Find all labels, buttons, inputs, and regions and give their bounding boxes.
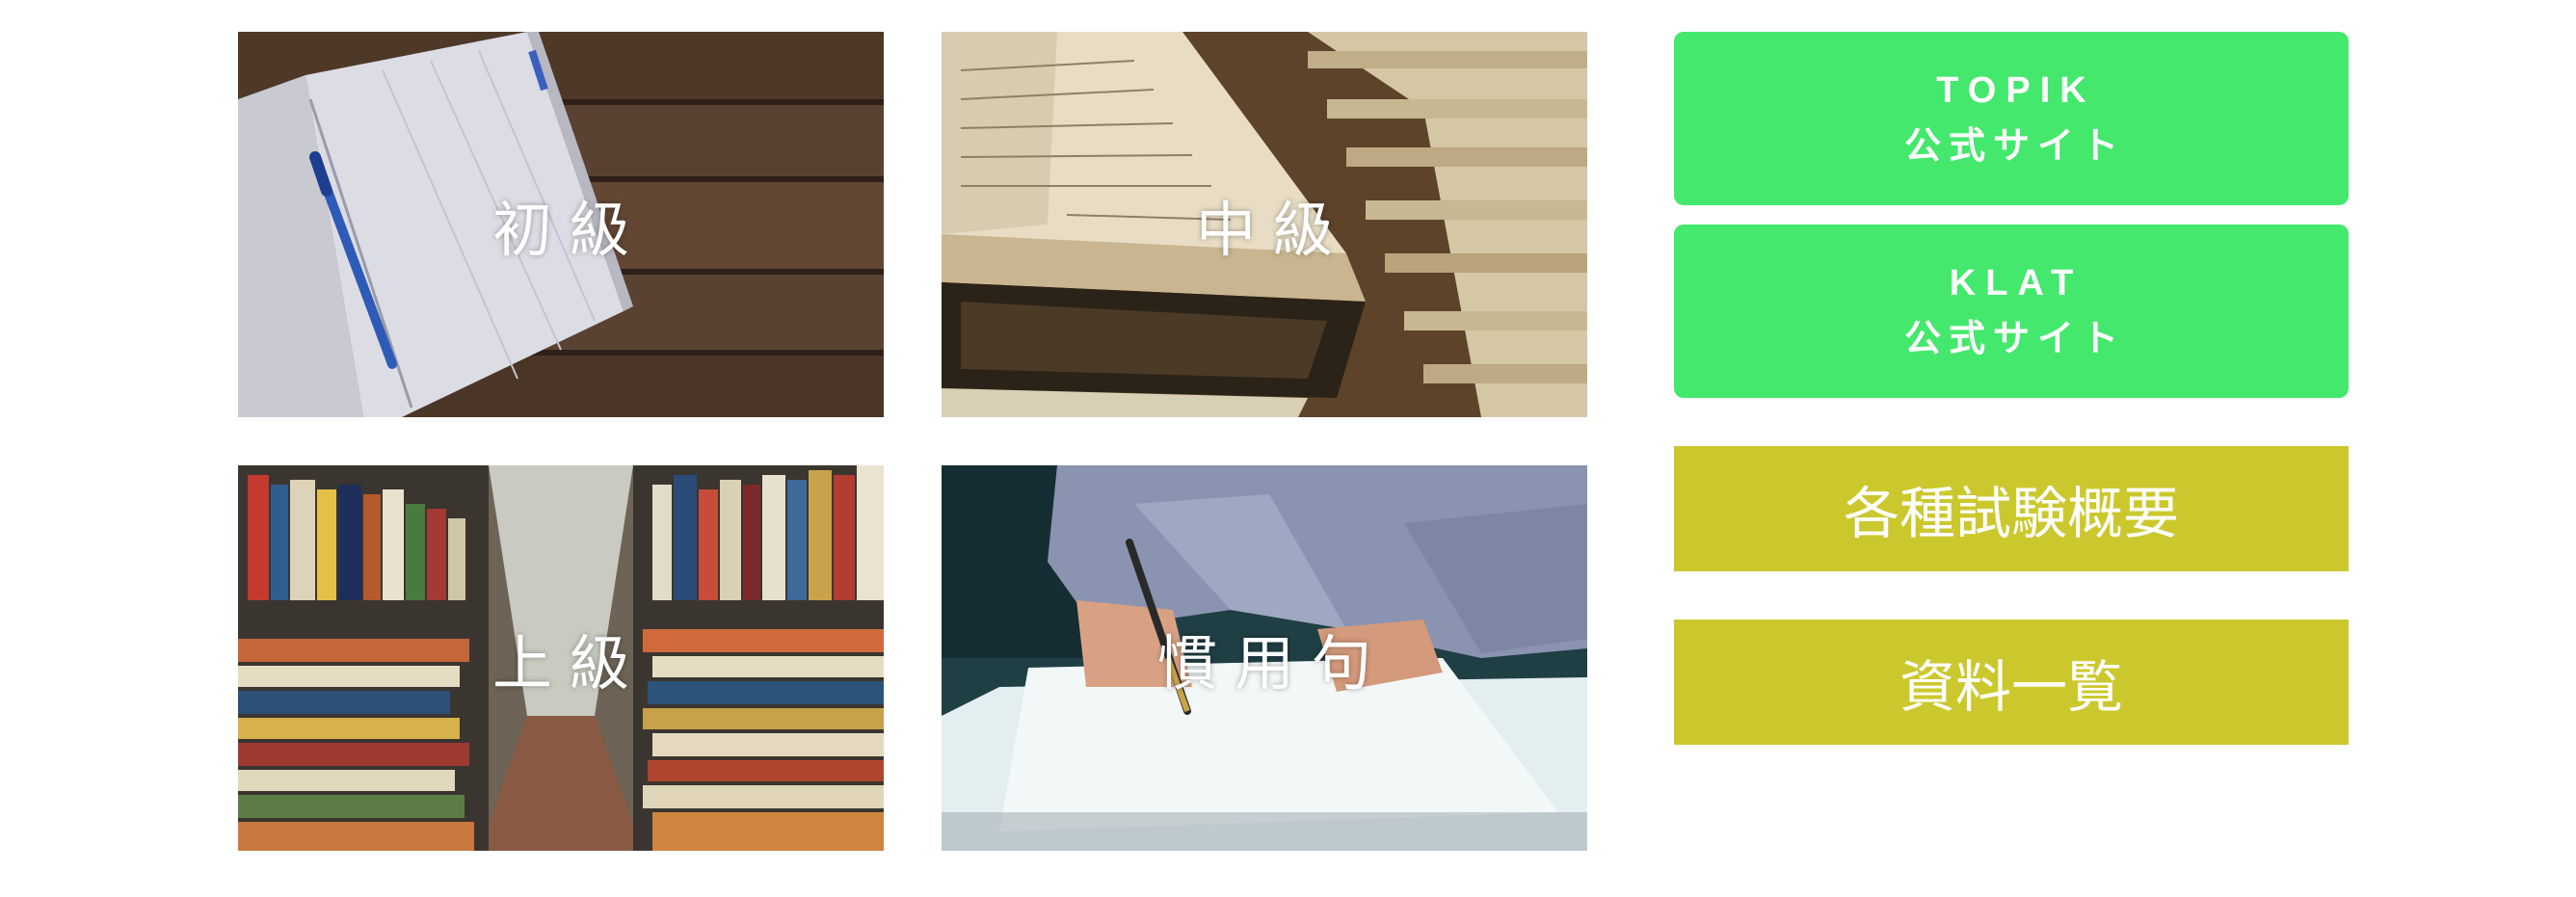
klat-official-site-button[interactable]: KLAT 公式サイト	[1674, 224, 2349, 398]
button-label: 各種試験概要	[1843, 481, 2179, 546]
tile-label: 初級	[491, 195, 647, 265]
tile-label: 中級	[1195, 195, 1350, 265]
button-title: KLAT	[1949, 263, 2084, 303]
documents-list-button[interactable]: 資料一覧	[1674, 620, 2349, 745]
button-label: 資料一覧	[1899, 654, 2123, 720]
advanced-tile[interactable]: 上級	[238, 465, 884, 851]
button-subtitle: 公式サイト	[1903, 319, 2126, 359]
button-title: TOPIK	[1936, 70, 2096, 111]
button-subtitle: 公式サイト	[1903, 126, 2126, 167]
exam-overview-button[interactable]: 各種試験概要	[1674, 446, 2349, 571]
tile-label: 上級	[491, 628, 647, 699]
beginner-tile[interactable]: 初級	[238, 32, 884, 417]
tile-label: 慣用句	[1156, 628, 1389, 699]
topik-official-site-button[interactable]: TOPIK 公式サイト	[1674, 32, 2349, 205]
idioms-tile[interactable]: 慣用句	[942, 465, 1587, 851]
intermediate-tile[interactable]: 中級	[942, 32, 1587, 417]
